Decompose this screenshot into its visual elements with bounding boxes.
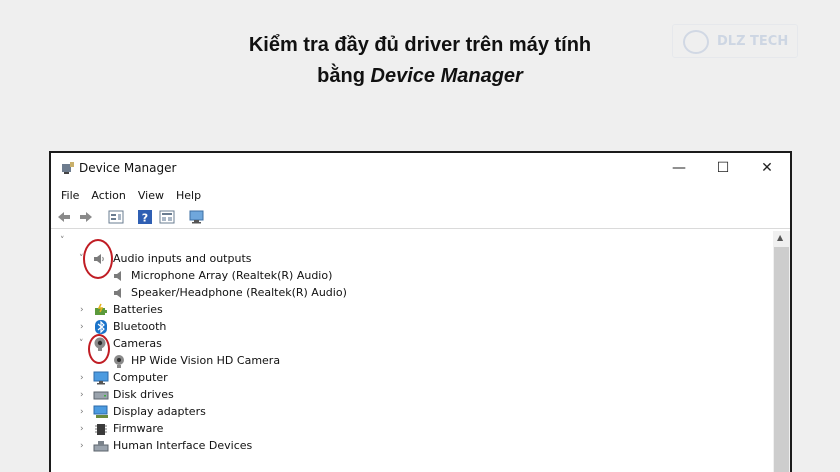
menu-help[interactable]: Help <box>176 189 201 202</box>
camera-icon <box>114 355 124 368</box>
toolbar: ? <box>51 205 790 229</box>
vertical-scrollbar[interactable]: ▲ <box>773 231 790 472</box>
chevron-right-icon[interactable]: › <box>80 305 84 315</box>
chevron-right-icon[interactable]: › <box>80 424 84 434</box>
tree-item-label: Bluetooth <box>113 320 167 333</box>
back-arrow-icon[interactable] <box>56 209 72 225</box>
tree-item-label: Microphone Array (Realtek(R) Audio) <box>131 269 333 282</box>
device-manager-app-icon <box>62 162 74 174</box>
chevron-right-icon[interactable]: › <box>80 322 84 332</box>
watermark-logo: DLZ TECH <box>672 24 798 58</box>
highlight-circle-audio <box>83 239 113 279</box>
speaker-icon <box>114 288 121 298</box>
chevron-right-icon[interactable]: › <box>80 390 84 400</box>
chevron-right-icon[interactable]: › <box>80 441 84 451</box>
tree-item-label: Human Interface Devices <box>113 439 253 452</box>
tree-item-label: Disk drives <box>113 388 174 401</box>
headline-prefix: bằng <box>317 65 371 87</box>
monitor-icon <box>93 371 109 385</box>
headline-italic: Device Manager <box>370 65 523 87</box>
scroll-up-icon[interactable]: ▲ <box>777 233 783 242</box>
disk-icon <box>93 391 109 400</box>
tree-item-label: Cameras <box>113 337 162 350</box>
device-manager-window: Device Manager — ☐ ✕ File Action View He… <box>49 151 792 472</box>
tree-item-label: Batteries <box>113 303 163 316</box>
chevron-right-icon[interactable]: › <box>80 373 84 383</box>
firmware-icon <box>95 424 107 435</box>
battery-icon <box>95 303 107 315</box>
view-list-icon[interactable] <box>159 209 175 225</box>
menu-file[interactable]: File <box>61 189 79 202</box>
speaker-icon <box>114 271 121 281</box>
properties-icon[interactable] <box>108 209 124 225</box>
close-button[interactable]: ✕ <box>744 153 790 183</box>
logo-mark-icon <box>683 30 709 54</box>
menu-action[interactable]: Action <box>91 189 125 202</box>
scrollbar-thumb[interactable] <box>774 247 789 472</box>
menu-view[interactable]: View <box>138 189 164 202</box>
svg-text:?: ? <box>142 212 148 225</box>
menu-bar: File Action View Help <box>51 185 790 205</box>
tree-item-label: Speaker/Headphone (Realtek(R) Audio) <box>131 286 347 299</box>
bluetooth-icon <box>95 320 107 334</box>
hid-icon <box>93 441 109 452</box>
maximize-button[interactable]: ☐ <box>700 153 746 183</box>
highlight-circle-cameras <box>88 334 110 364</box>
tree-item-label: Computer <box>113 371 168 384</box>
chevron-right-icon[interactable]: › <box>80 407 84 417</box>
root-chevron-icon[interactable]: ˅ <box>60 236 65 246</box>
help-icon[interactable]: ? <box>137 209 153 225</box>
tree-item-label: HP Wide Vision HD Camera <box>131 354 281 367</box>
chevron-down-icon[interactable]: ˅ <box>79 339 84 349</box>
title-bar: Device Manager — ☐ ✕ <box>51 153 790 185</box>
logo-text: DLZ TECH <box>717 34 789 49</box>
device-tree: ˅ ˅ Audio inputs and outputs Microphone … <box>51 231 773 472</box>
window-title: Device Manager <box>79 161 177 175</box>
tree-item-label: Display adapters <box>113 405 206 418</box>
tree-item-label: Firmware <box>113 422 164 435</box>
forward-arrow-icon[interactable] <box>78 209 94 225</box>
display-adapter-icon <box>93 405 108 418</box>
headline-line-2: bằng Device Manager <box>0 61 840 92</box>
scan-hardware-icon[interactable] <box>189 209 205 225</box>
tree-item-label: Audio inputs and outputs <box>113 252 252 265</box>
minimize-button[interactable]: — <box>656 153 702 183</box>
